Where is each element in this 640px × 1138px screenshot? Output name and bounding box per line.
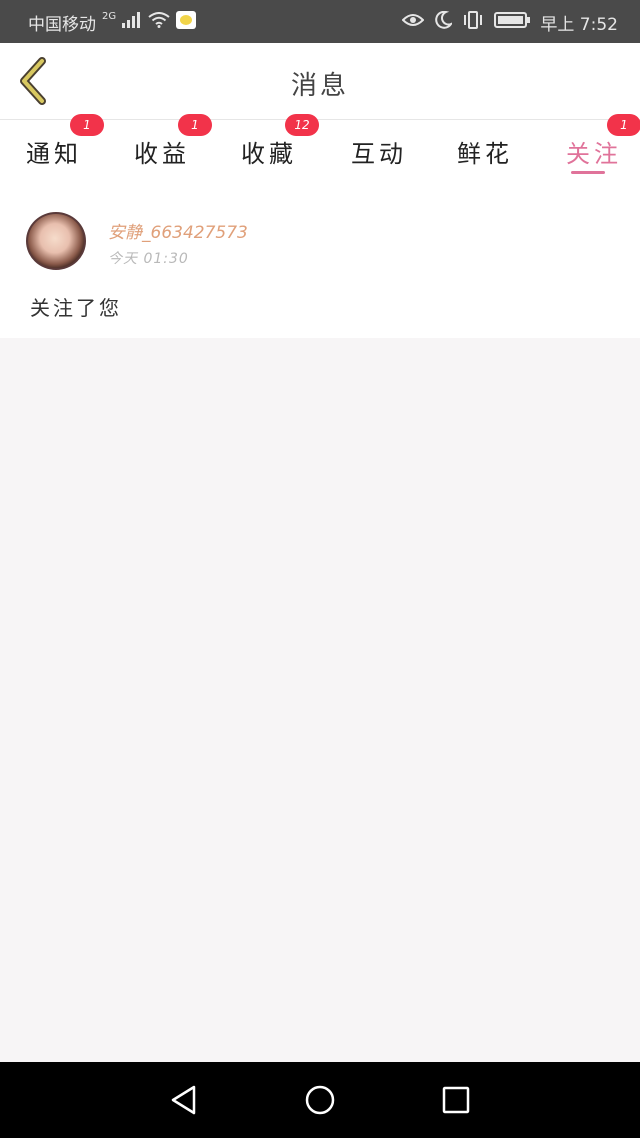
message-username[interactable]: 安静_663427573 xyxy=(108,218,248,243)
clock-label: 早上 7:52 xyxy=(540,15,618,35)
tab-flowers[interactable]: 鲜花 xyxy=(457,134,513,169)
chat-app-icon xyxy=(176,11,197,34)
triangle-back-icon xyxy=(168,1085,200,1120)
message-content: 关注了您 xyxy=(30,296,122,320)
earnings-badge: 1 xyxy=(178,114,212,136)
tab-earnings[interactable]: 收益 xyxy=(134,134,190,169)
system-nav-bar xyxy=(0,1062,640,1138)
app-header: 消息 xyxy=(0,43,640,120)
active-tab-indicator xyxy=(571,171,605,174)
eye-icon xyxy=(401,12,425,33)
tab-interactions[interactable]: 互动 xyxy=(351,134,407,169)
message-time: 今天 01:30 xyxy=(108,251,189,267)
following-badge: 1 xyxy=(607,114,640,136)
network-type: 2G xyxy=(102,11,117,22)
nav-home-button[interactable] xyxy=(304,1084,336,1116)
square-recent-icon xyxy=(440,1086,472,1120)
avatar[interactable] xyxy=(26,212,86,270)
signal-icon xyxy=(122,12,142,33)
nav-recent-button[interactable] xyxy=(440,1084,472,1116)
message-item[interactable]: 安静_663427573 今天 01:30 关注了您 xyxy=(0,182,640,338)
vibrate-icon xyxy=(462,11,484,34)
battery-icon xyxy=(494,12,531,33)
status-right: 早上 7:52 xyxy=(401,10,618,35)
moon-icon xyxy=(434,10,454,34)
favorites-badge: 12 xyxy=(285,114,319,136)
tab-favorites[interactable]: 收藏 xyxy=(241,134,297,169)
nav-back-button[interactable] xyxy=(168,1084,200,1116)
wifi-icon xyxy=(148,12,170,33)
circle-home-icon xyxy=(304,1085,336,1120)
notifications-badge: 1 xyxy=(70,114,104,136)
tab-notifications[interactable]: 通知 xyxy=(26,134,82,169)
status-bar: 中国移动 2G 早上 7:52 xyxy=(0,0,640,43)
page-title: 消息 xyxy=(290,71,349,101)
carrier-label: 中国移动 xyxy=(28,15,96,35)
tab-following[interactable]: 关注 xyxy=(566,134,622,169)
status-left: 中国移动 2G xyxy=(28,10,197,35)
